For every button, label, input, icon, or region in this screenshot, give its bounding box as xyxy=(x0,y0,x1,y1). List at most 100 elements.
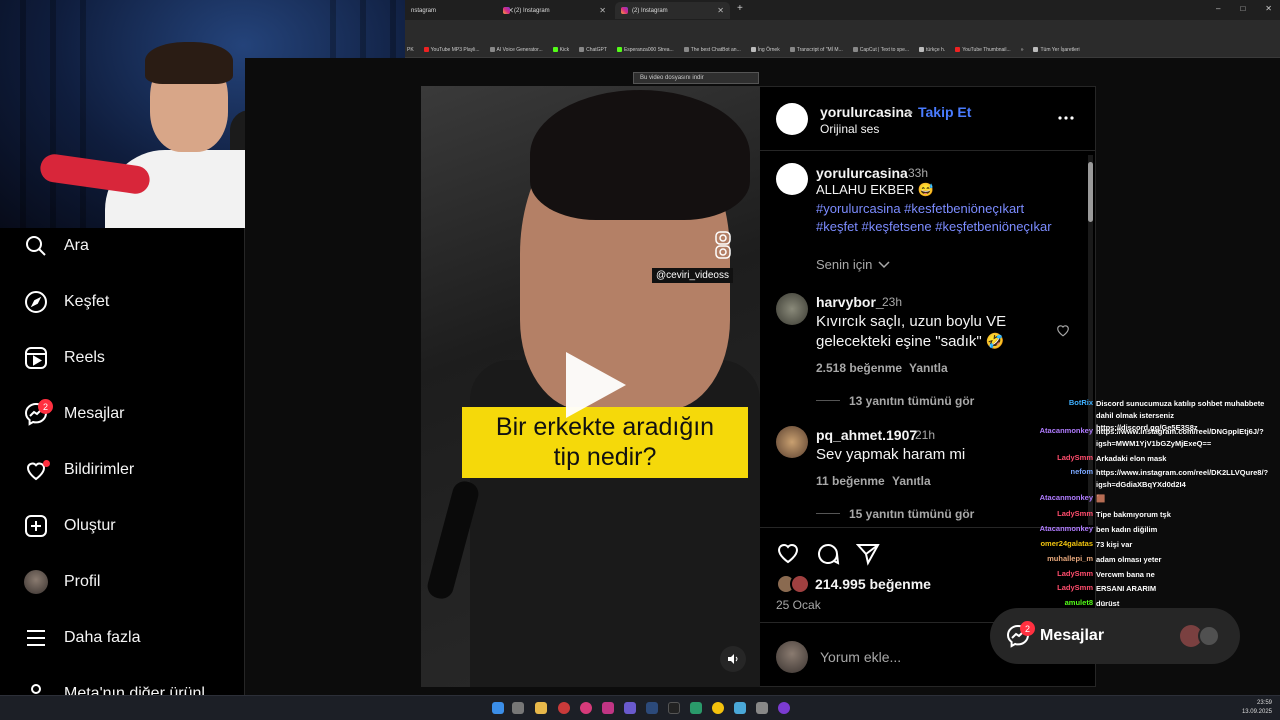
chrome-icon[interactable] xyxy=(712,702,724,714)
start-icon[interactable] xyxy=(492,702,504,714)
task-view-icon[interactable] xyxy=(512,702,524,714)
capcut-icon[interactable] xyxy=(756,702,768,714)
chat-username[interactable]: nefom xyxy=(1005,467,1094,476)
nav-search[interactable]: Ara xyxy=(24,231,89,261)
bookmark[interactable]: PK xyxy=(407,47,414,53)
tiktok-icon[interactable] xyxy=(668,702,680,714)
chevron-down-icon xyxy=(878,260,890,268)
comment-author[interactable]: harvybor_ xyxy=(816,294,884,310)
sort-label: Senin için xyxy=(816,257,873,272)
download-video-bar[interactable]: Bu video dosyasını indir xyxy=(633,72,759,84)
nav-profile[interactable]: Profil xyxy=(24,567,100,597)
new-tab-button[interactable]: + xyxy=(737,3,743,14)
address-bar[interactable] xyxy=(405,20,1280,54)
more-options-icon[interactable] xyxy=(1058,115,1074,121)
caption-hashtags[interactable]: #yorulurcasina #kesfetbeniöneçıkart xyxy=(816,201,1024,216)
bookmark-label: Transcript of "Mİ M... xyxy=(796,46,843,53)
close-tab-icon[interactable]: ✕ xyxy=(717,6,724,15)
bookmark[interactable]: YouTube Thumbnail... xyxy=(955,47,1011,53)
like-comment-icon[interactable] xyxy=(1056,324,1070,337)
bookmark[interactable]: türkçe h. xyxy=(919,47,945,53)
messages-popup[interactable]: 2 Mesajlar xyxy=(990,608,1240,664)
comment-input[interactable]: Yorum ekle... xyxy=(820,649,901,665)
video-person-hair xyxy=(530,90,750,220)
more-bookmarks[interactable]: » xyxy=(1021,47,1024,53)
all-bookmarks[interactable]: Tüm Yer İşaretleri xyxy=(1033,47,1080,53)
comment-likes[interactable]: 11 beğenme xyxy=(816,474,885,488)
chat-message: muhallepi_m adam olması yeter xyxy=(1005,554,1277,568)
bookmark[interactable]: The best ChatBot an... xyxy=(683,47,741,53)
share-icon[interactable] xyxy=(856,542,880,566)
discord-icon[interactable] xyxy=(624,702,636,714)
browser-tab-active[interactable]: (2) Instagram ✕ xyxy=(615,2,730,19)
bookmark[interactable]: Kick xyxy=(552,47,569,53)
app-icon[interactable] xyxy=(734,702,746,714)
nav-messages[interactable]: 2 Mesajlar xyxy=(24,399,124,429)
follow-button[interactable]: Takip Et xyxy=(918,104,971,120)
chat-username[interactable]: muhallepi_m xyxy=(1005,554,1093,563)
chat-text: 🟫 xyxy=(1096,494,1106,503)
author-avatar[interactable] xyxy=(776,103,808,135)
nav-notifications[interactable]: Bildirimler xyxy=(24,455,134,485)
chat-username[interactable]: Atacanmonkey xyxy=(1005,493,1093,502)
chat-username[interactable]: Atacanmonkey xyxy=(1005,426,1093,435)
app-icon[interactable] xyxy=(778,702,790,714)
audio-label[interactable]: Orijinal ses xyxy=(820,122,879,136)
caption-author[interactable]: yorulurcasina xyxy=(816,165,908,181)
caption-line: tip nedir? xyxy=(553,443,657,471)
browser-tab[interactable]: (2) Instagram ✕ xyxy=(497,2,612,19)
comment-likes[interactable]: 2.518 beğenme xyxy=(816,361,902,375)
bookmark[interactable]: CapCut | Text to spe... xyxy=(852,47,909,53)
chat-username[interactable]: LadySmm xyxy=(1005,509,1093,518)
comment-icon[interactable] xyxy=(816,542,840,566)
caption-avatar[interactable] xyxy=(776,163,808,195)
instagram-app-icon[interactable] xyxy=(602,702,614,714)
view-replies-button[interactable]: 15 yanıtın tümünü gör xyxy=(849,507,974,521)
close-tab-icon[interactable]: ✕ xyxy=(599,6,606,15)
mute-button[interactable] xyxy=(720,646,746,672)
chat-text: Tipe bakmıyorum tşk xyxy=(1096,510,1171,519)
nav-explore[interactable]: Keşfet xyxy=(24,287,109,317)
bookmark[interactable]: İng Örnek xyxy=(750,47,780,53)
reply-button[interactable]: Yanıtla xyxy=(892,474,931,488)
sort-comments[interactable]: Senin için xyxy=(816,257,890,272)
maximize-button[interactable]: □ xyxy=(1240,4,1245,13)
chat-username[interactable]: LadySmm xyxy=(1005,569,1093,578)
comment-avatar[interactable] xyxy=(776,293,808,325)
reply-button[interactable]: Yanıtla xyxy=(909,361,948,375)
app-icon[interactable] xyxy=(580,702,592,714)
scrollbar-thumb[interactable] xyxy=(1088,162,1093,222)
app-icon[interactable] xyxy=(690,702,702,714)
chat-username[interactable]: LadySmm xyxy=(1005,453,1093,462)
play-icon[interactable] xyxy=(560,350,630,420)
minimize-button[interactable]: – xyxy=(1216,4,1220,13)
view-replies-button[interactable]: 13 yanıtın tümünü gör xyxy=(849,394,974,408)
like-count[interactable]: 214.995 beğenme xyxy=(815,576,931,592)
file-explorer-icon[interactable] xyxy=(535,702,547,714)
likers-avatars[interactable] xyxy=(776,574,812,594)
photoshop-icon[interactable] xyxy=(646,702,658,714)
bookmark[interactable]: ChatGPT xyxy=(579,47,607,53)
bookmark[interactable]: AI Voice Generator... xyxy=(489,47,543,53)
like-icon[interactable] xyxy=(776,542,800,564)
nav-more[interactable]: Daha fazla xyxy=(24,623,141,653)
chat-username[interactable]: Atacanmonkey xyxy=(1005,524,1093,533)
chat-username[interactable]: omer24galatas xyxy=(1005,539,1093,548)
nav-label: Ara xyxy=(64,237,89,254)
window-controls: – □ ✕ xyxy=(1216,4,1272,13)
bookmark[interactable]: YouTube MP3 Playli... xyxy=(423,47,480,53)
chat-username[interactable]: amulet8 xyxy=(1005,598,1093,607)
bookmark[interactable]: Transcript of "Mİ M... xyxy=(789,46,843,53)
close-window-button[interactable]: ✕ xyxy=(1265,4,1272,13)
comment-avatar[interactable] xyxy=(776,426,808,458)
author-username[interactable]: yorulurcasina xyxy=(820,104,912,120)
chat-username[interactable]: LadySmm xyxy=(1005,583,1093,592)
nav-reels[interactable]: Reels xyxy=(24,343,105,373)
bookmark[interactable]: Esperanza000 Strea... xyxy=(616,47,674,53)
caption-hashtags[interactable]: #keşfet #keşfetsene #keşfetbeniöneçıkar xyxy=(816,219,1052,234)
chat-username[interactable]: BotRix xyxy=(1005,398,1093,407)
comment-author[interactable]: pq_ahmet.1907 xyxy=(816,427,917,443)
app-icon[interactable] xyxy=(558,702,570,714)
system-tray-clock[interactable]: 23:59 13.09.2025 xyxy=(1242,699,1272,717)
nav-create[interactable]: Oluştur xyxy=(24,511,116,541)
